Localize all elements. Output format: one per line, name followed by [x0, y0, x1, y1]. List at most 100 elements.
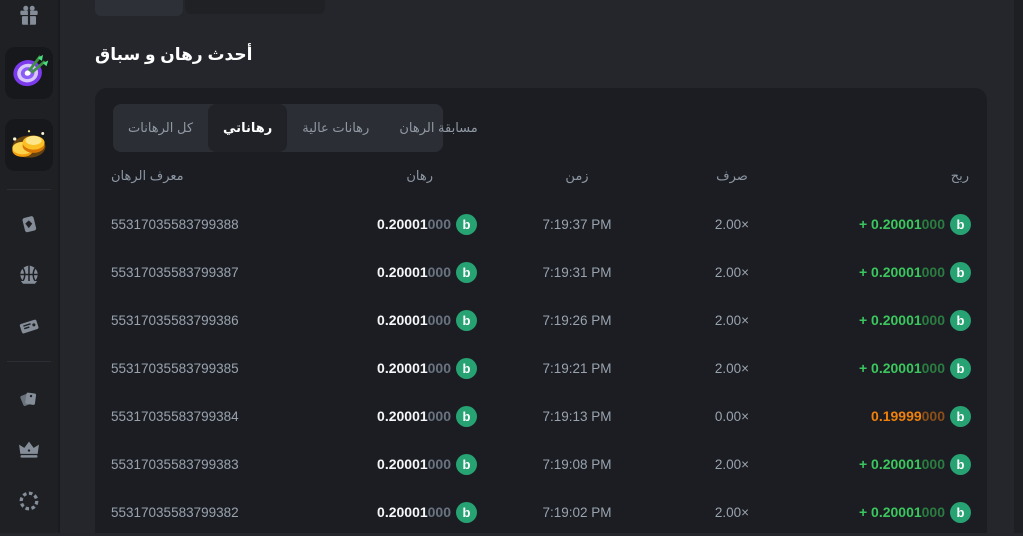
bet-amount-trailing: 000: [428, 456, 451, 472]
bet-amount-cell: 0.20001000 b: [291, 454, 477, 475]
bet-amount: 0.20001: [377, 312, 428, 328]
sidebar-item-promotions[interactable]: [9, 378, 49, 418]
profit-cell: + 0.20001000 b: [787, 214, 971, 235]
crown-icon: [16, 436, 42, 462]
profit-amount-trailing: 000: [922, 360, 945, 376]
bets-tabstrip: كل الرهانات رهاناتي رهانات عالية مسابقة …: [113, 104, 443, 152]
sidebar-item-races[interactable]: [5, 47, 53, 99]
bet-amount: 0.20001: [377, 408, 428, 424]
profit-amount: + 0.20001: [859, 456, 922, 472]
profit-amount-trailing: 000: [922, 456, 945, 472]
bet-id[interactable]: 55317035583799382: [111, 505, 291, 520]
sidebar-item-vip[interactable]: [9, 429, 49, 469]
profit-cell: 0.19999000 b: [787, 406, 971, 427]
table-body: 55317035583799388 0.20001000 b 7:19:37 P…: [111, 200, 971, 536]
profit-cell: + 0.20001000 b: [787, 262, 971, 283]
profit-amount-trailing: 000: [922, 408, 945, 424]
sidebar-item-sports[interactable]: [9, 255, 49, 295]
sidebar-item-gift[interactable]: [9, 0, 49, 35]
tags-icon: [16, 385, 42, 411]
bet-time: 7:19:37 PM: [477, 217, 677, 232]
bet-amount-trailing: 000: [428, 504, 451, 520]
profit-amount: + 0.20001: [859, 216, 922, 232]
bet-id[interactable]: 55317035583799385: [111, 361, 291, 376]
scrollbar-gutter[interactable]: [1014, 0, 1023, 533]
bet-amount: 0.20001: [377, 504, 428, 520]
bet-slip-icon: [16, 313, 42, 339]
table-row[interactable]: 55317035583799384 0.20001000 b 7:19:13 P…: [111, 392, 971, 440]
bcd-coin-icon: b: [456, 214, 477, 235]
bcd-coin-icon: b: [456, 454, 477, 475]
header-bet-id: معرف الرهان: [111, 168, 291, 184]
bet-amount-cell: 0.20001000 b: [291, 502, 477, 523]
profit-amount: + 0.20001: [859, 360, 922, 376]
bcd-coin-icon: b: [950, 502, 971, 523]
bet-amount-cell: 0.20001000 b: [291, 214, 477, 235]
bet-id[interactable]: 55317035583799386: [111, 313, 291, 328]
sidebar-item-coins[interactable]: [5, 119, 53, 171]
sidebar-item-more[interactable]: [9, 481, 49, 521]
bcd-coin-icon: b: [950, 262, 971, 283]
bet-amount-cell: 0.20001000 b: [291, 406, 477, 427]
header-time: زمن: [477, 168, 677, 184]
tab-my-bets[interactable]: رهاناتي: [208, 104, 287, 152]
bet-payout: 2.00×: [677, 265, 787, 280]
table-row[interactable]: 55317035583799382 0.20001000 b 7:19:02 P…: [111, 488, 971, 536]
table-row[interactable]: 55317035583799387 0.20001000 b 7:19:31 P…: [111, 248, 971, 296]
dotted-ring-icon: [16, 488, 42, 514]
bet-time: 7:19:08 PM: [477, 457, 677, 472]
bet-payout: 2.00×: [677, 217, 787, 232]
top-cutoff-tab-inactive[interactable]: [185, 0, 325, 14]
table-header-row: معرف الرهان رهان زمن صرف ربح: [111, 152, 971, 200]
tab-wager-contest[interactable]: مسابقة الرهان: [384, 104, 492, 152]
bcd-coin-icon: b: [950, 406, 971, 427]
sidebar-item-betslip[interactable]: [9, 306, 49, 346]
bet-amount-trailing: 000: [428, 312, 451, 328]
bcd-coin-icon: b: [950, 310, 971, 331]
table-row[interactable]: 55317035583799385 0.20001000 b 7:19:21 P…: [111, 344, 971, 392]
table-row[interactable]: 55317035583799388 0.20001000 b 7:19:37 P…: [111, 200, 971, 248]
bet-id[interactable]: 55317035583799388: [111, 217, 291, 232]
bet-amount-trailing: 000: [428, 216, 451, 232]
header-payout: صرف: [677, 168, 787, 184]
profit-cell: + 0.20001000 b: [787, 454, 971, 475]
bcd-coin-icon: b: [456, 262, 477, 283]
profit-amount-trailing: 000: [922, 264, 945, 280]
sidebar-divider: [7, 189, 51, 190]
bcd-coin-icon: b: [950, 454, 971, 475]
bet-payout: 0.00×: [677, 409, 787, 424]
bet-amount-cell: 0.20001000 b: [291, 262, 477, 283]
top-cutoff-tab-active[interactable]: [95, 0, 183, 16]
profit-amount-trailing: 000: [922, 312, 945, 328]
bcd-coin-icon: b: [950, 214, 971, 235]
table-row[interactable]: 55317035583799383 0.20001000 b 7:19:08 P…: [111, 440, 971, 488]
bet-payout: 2.00×: [677, 313, 787, 328]
profit-amount: + 0.20001: [859, 264, 922, 280]
gift-icon: [16, 2, 42, 28]
bet-amount: 0.20001: [377, 456, 428, 472]
bet-payout: 2.00×: [677, 457, 787, 472]
header-profit: ربح: [787, 168, 971, 184]
bet-amount: 0.20001: [377, 264, 428, 280]
tab-all-bets[interactable]: كل الرهانات: [113, 104, 208, 152]
gem-card-icon: [16, 211, 42, 237]
bet-id[interactable]: 55317035583799383: [111, 457, 291, 472]
page-title: أحدث رهان و سباق: [95, 45, 252, 65]
bet-id[interactable]: 55317035583799387: [111, 265, 291, 280]
bet-time: 7:19:31 PM: [477, 265, 677, 280]
profit-amount: + 0.20001: [859, 312, 922, 328]
gold-coins-icon: [7, 121, 51, 170]
profit-cell: + 0.20001000 b: [787, 310, 971, 331]
profit-cell: + 0.20001000 b: [787, 502, 971, 523]
bet-amount-trailing: 000: [428, 408, 451, 424]
profit-cell: + 0.20001000 b: [787, 358, 971, 379]
bet-payout: 2.00×: [677, 361, 787, 376]
bcd-coin-icon: b: [456, 502, 477, 523]
profit-amount: 0.19999: [871, 408, 922, 424]
sidebar-item-originals[interactable]: [9, 204, 49, 244]
tab-high-rollers[interactable]: رهانات عالية: [287, 104, 384, 152]
table-row[interactable]: 55317035583799386 0.20001000 b 7:19:26 P…: [111, 296, 971, 344]
basketball-icon: [16, 262, 42, 288]
bet-time: 7:19:26 PM: [477, 313, 677, 328]
bet-id[interactable]: 55317035583799384: [111, 409, 291, 424]
